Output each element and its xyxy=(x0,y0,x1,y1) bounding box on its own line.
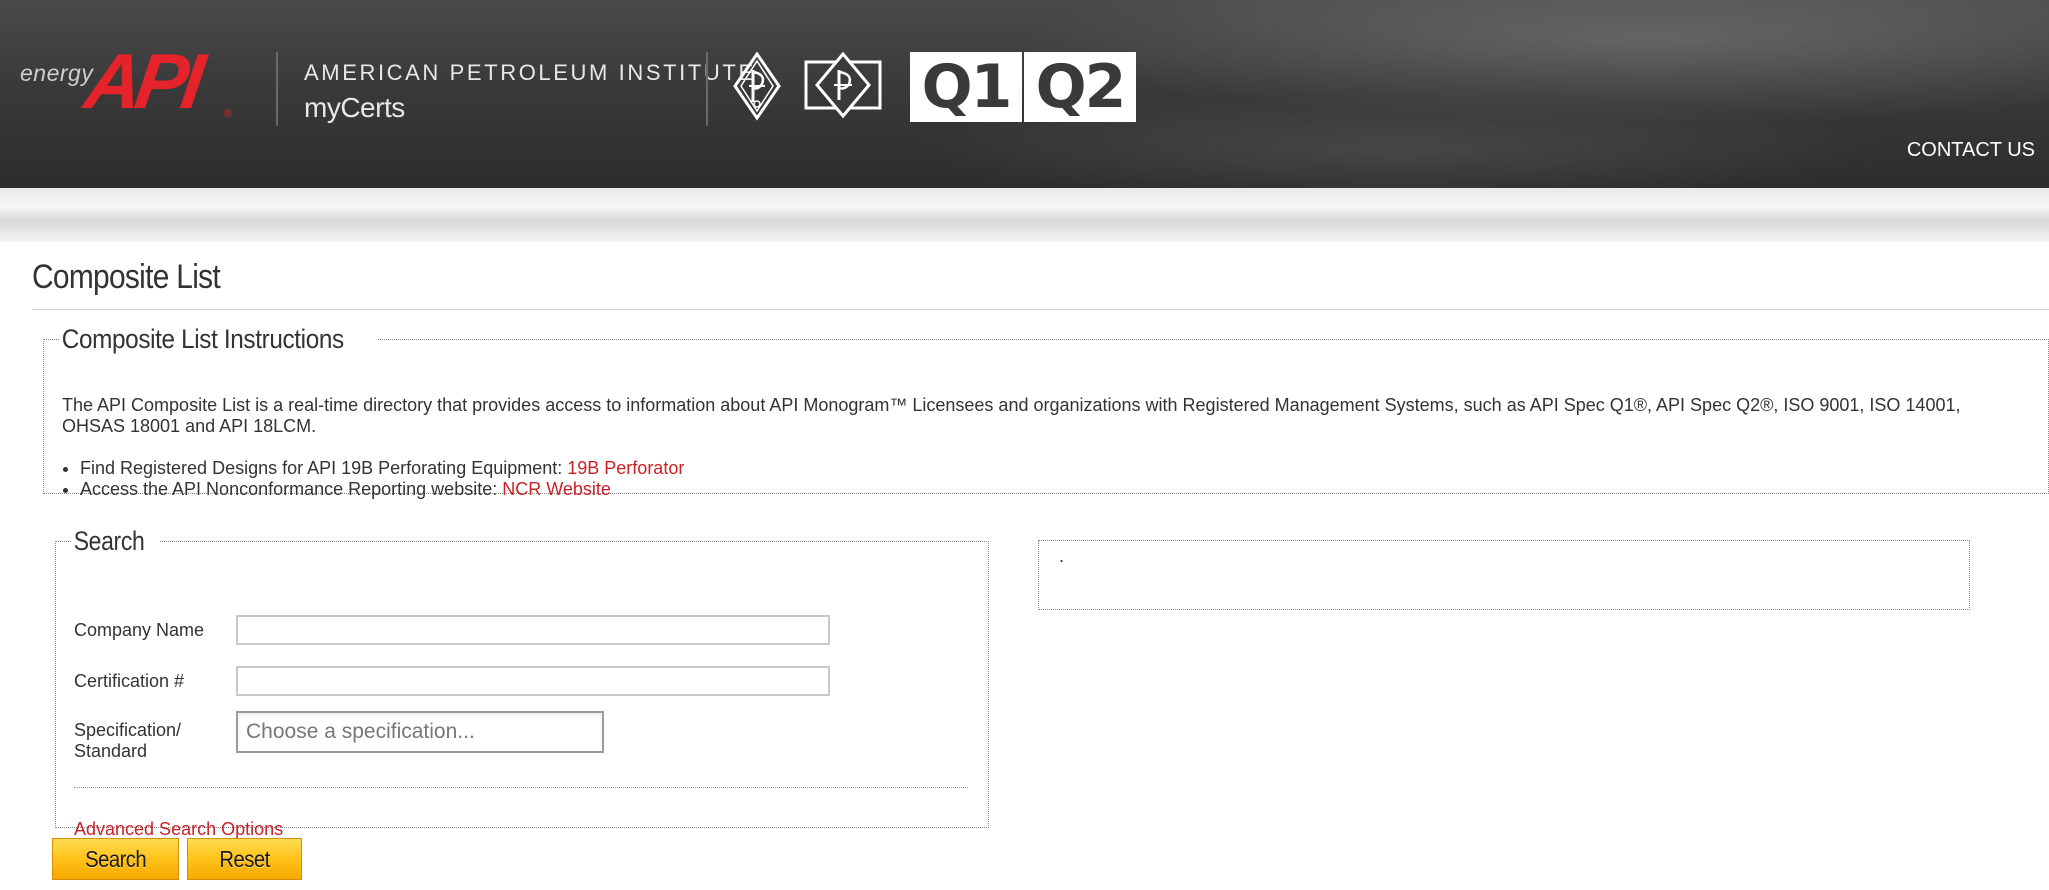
page-title: Composite List xyxy=(32,258,221,296)
instructions-legend: Composite List Instructions xyxy=(61,324,344,354)
list-item-text: Find Registered Designs for API 19B Perf… xyxy=(80,458,568,478)
specification-label-line2: Standard xyxy=(74,741,148,761)
search-button-label: Search xyxy=(85,846,146,872)
api-monogram-icon xyxy=(733,52,781,121)
perforator-link[interactable]: 19B Perforator xyxy=(567,458,684,478)
specification-label-line1: Specification/ xyxy=(74,720,182,740)
q1-logo-text: Q1 xyxy=(921,52,1013,122)
site-header: energy API ® AMERICAN PETROLEUM INSTITUT… xyxy=(0,0,2049,188)
logo-api-text: API xyxy=(79,37,205,125)
company-name-input[interactable] xyxy=(236,615,830,645)
search-panel: Search Company Name Certification # Spec… xyxy=(55,526,989,839)
list-item: Find Registered Designs for API 19B Perf… xyxy=(80,458,684,479)
header-divider xyxy=(276,52,278,126)
contact-us-link[interactable]: CONTACT US xyxy=(1907,139,2035,162)
list-item-text: Access the API Nonconformance Reporting … xyxy=(80,479,503,499)
app-name: myCerts xyxy=(304,92,405,123)
company-name-label: Company Name xyxy=(74,620,205,640)
api-monogram-square-icon xyxy=(804,52,882,119)
specification-select[interactable]: Choose a specification... xyxy=(236,711,604,753)
specification-label: Specification/ Standard xyxy=(74,720,181,762)
q1-logo: Q1 xyxy=(910,52,1022,122)
logo-registered-mark: ® xyxy=(224,108,233,120)
results-marker: . xyxy=(1059,546,1065,566)
list-item: Access the API Nonconformance Reporting … xyxy=(80,479,684,500)
search-button[interactable]: Search xyxy=(52,838,179,880)
api-logo[interactable]: energy API ® xyxy=(18,37,248,128)
header-subbar xyxy=(0,188,2049,242)
reset-button-label: Reset xyxy=(219,846,270,872)
ncr-website-link[interactable]: NCR Website xyxy=(502,479,611,499)
instructions-text: The API Composite List is a real-time di… xyxy=(62,395,1961,436)
instructions-panel: Composite List Instructions The API Comp… xyxy=(43,324,2049,499)
organization-name: AMERICAN PETROLEUM INSTITUTE xyxy=(304,60,756,85)
certification-input[interactable] xyxy=(236,666,830,696)
q2-logo: Q2 xyxy=(1024,52,1136,122)
search-divider xyxy=(74,787,968,788)
logo-energy-text: energy xyxy=(20,60,94,86)
results-panel: . xyxy=(1038,540,1970,610)
title-divider xyxy=(32,309,2049,310)
advanced-search-link[interactable]: Advanced Search Options xyxy=(74,819,283,840)
instructions-list: Find Registered Designs for API 19B Perf… xyxy=(62,458,684,500)
q2-logo-text: Q2 xyxy=(1035,52,1127,122)
header-divider xyxy=(706,52,708,126)
reset-button[interactable]: Reset xyxy=(187,838,302,880)
certification-label: Certification # xyxy=(74,671,185,691)
search-legend: Search xyxy=(73,526,145,556)
